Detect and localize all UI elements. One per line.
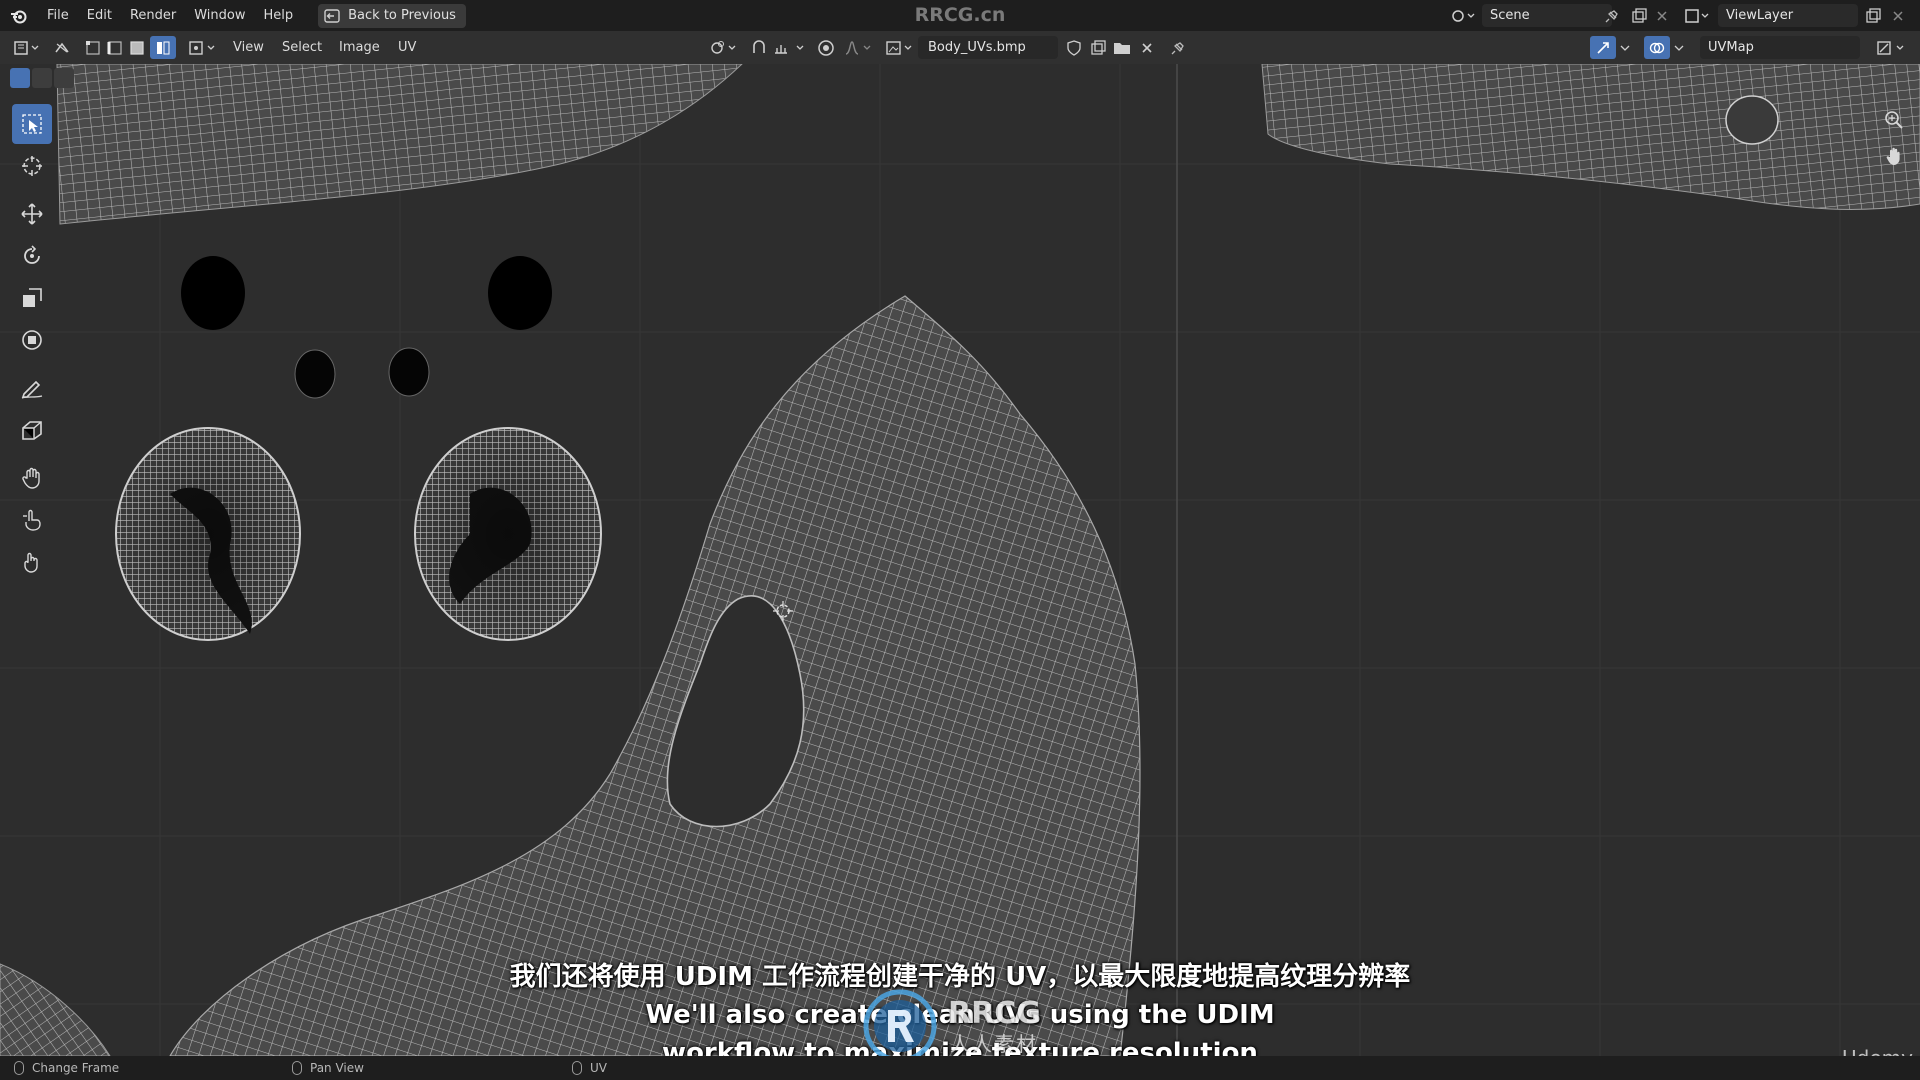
mouse-middle-icon bbox=[292, 1061, 302, 1075]
delete-scene-icon[interactable] bbox=[1650, 5, 1674, 26]
scene-name: Scene bbox=[1490, 8, 1530, 23]
menu-help[interactable]: Help bbox=[255, 0, 303, 31]
menu-edit[interactable]: Edit bbox=[78, 0, 121, 31]
zoom-view-icon[interactable] bbox=[1880, 106, 1908, 134]
menu-file[interactable]: File bbox=[38, 0, 78, 31]
uv-editor-viewport[interactable] bbox=[0, 64, 1920, 1056]
uv-island-eye-right[interactable] bbox=[488, 256, 552, 330]
falloff-icon[interactable] bbox=[842, 36, 876, 59]
uv-editor-header: View Select Image UV Body_UVs.bmp UVMap bbox=[0, 31, 1920, 64]
select-mode-extend-icon[interactable] bbox=[32, 68, 52, 88]
sticky-selection-icon[interactable] bbox=[186, 36, 220, 59]
uv-island-top-right-dot[interactable] bbox=[1725, 95, 1779, 145]
image-name: Body_UVs.bmp bbox=[928, 40, 1026, 55]
scene-field[interactable]: Scene bbox=[1482, 4, 1612, 27]
uv-map-name: UVMap bbox=[1708, 40, 1754, 55]
header-menu-view[interactable]: View bbox=[233, 31, 264, 64]
new-view-layer-icon[interactable] bbox=[1860, 5, 1886, 26]
pin-image-icon[interactable] bbox=[1166, 36, 1190, 59]
snap-target-icon[interactable] bbox=[772, 36, 808, 59]
header-menu-select[interactable]: Select bbox=[282, 31, 322, 64]
mouse-right-icon bbox=[572, 1061, 582, 1075]
rip-region-tool-icon[interactable] bbox=[12, 410, 52, 450]
open-image-folder-icon[interactable] bbox=[1110, 36, 1134, 59]
menu-render[interactable]: Render bbox=[121, 0, 185, 31]
pan-view-hand-icon[interactable] bbox=[1880, 142, 1908, 170]
back-to-previous-button[interactable]: Back to Previous bbox=[318, 3, 466, 28]
face-select-icon[interactable] bbox=[126, 36, 148, 59]
status-pan-view: Pan View bbox=[292, 1056, 364, 1080]
uv-island-radial-left[interactable] bbox=[115, 427, 301, 641]
gizmo-toggle-icon[interactable] bbox=[1590, 36, 1616, 59]
scale-tool-icon[interactable] bbox=[12, 278, 52, 318]
proportional-editing-icon[interactable] bbox=[814, 36, 838, 59]
select-mode-new-icon[interactable] bbox=[10, 68, 30, 88]
overlays-dropdown-icon[interactable] bbox=[1670, 36, 1688, 59]
status-change-frame-label: Change Frame bbox=[32, 1061, 120, 1075]
uv-island-bottom-left[interactable] bbox=[0, 963, 111, 1056]
new-image-icon[interactable] bbox=[1086, 36, 1110, 59]
uv-island-eye-left[interactable] bbox=[181, 256, 245, 330]
rrcg-watermark-logo-icon bbox=[863, 989, 937, 1063]
editor-type-icon[interactable] bbox=[10, 36, 44, 59]
fake-user-shield-icon[interactable] bbox=[1062, 36, 1086, 59]
back-to-previous-label: Back to Previous bbox=[348, 8, 456, 23]
mouse-left-icon bbox=[14, 1061, 24, 1075]
back-icon bbox=[324, 8, 340, 23]
new-scene-icon[interactable] bbox=[1626, 5, 1652, 26]
status-change-frame: Change Frame bbox=[14, 1056, 119, 1080]
uv-canvas[interactable] bbox=[0, 64, 1920, 1056]
overlays-toggle-icon[interactable] bbox=[1644, 36, 1670, 59]
annotate-tool-icon[interactable] bbox=[12, 368, 52, 408]
display-channels-icon[interactable] bbox=[1874, 36, 1910, 59]
view-layer-icon[interactable] bbox=[1682, 5, 1712, 26]
vertex-select-icon[interactable] bbox=[82, 36, 104, 59]
uv-map-selector[interactable]: UVMap bbox=[1700, 36, 1860, 59]
edge-select-icon[interactable] bbox=[104, 36, 126, 59]
sync-selection-icon[interactable] bbox=[50, 36, 74, 59]
uv-island-nostril-right[interactable] bbox=[388, 347, 430, 397]
uv-island-radial-right[interactable] bbox=[414, 427, 602, 641]
image-browse-icon[interactable] bbox=[884, 36, 916, 59]
rotate-tool-icon[interactable] bbox=[12, 236, 52, 276]
select-box-tool-icon[interactable] bbox=[12, 104, 52, 144]
relax-tool-icon[interactable] bbox=[12, 500, 52, 540]
tool-shelf bbox=[10, 104, 54, 584]
pivot-point-icon[interactable] bbox=[708, 36, 740, 59]
transform-tool-icon[interactable] bbox=[12, 320, 52, 360]
header-menu-uv[interactable]: UV bbox=[398, 31, 416, 64]
select-mode-subtract-icon[interactable] bbox=[54, 68, 74, 88]
uv-island-top-right-strip[interactable] bbox=[1261, 64, 1920, 210]
unlink-image-icon[interactable] bbox=[1136, 36, 1158, 59]
view-layer-field[interactable]: ViewLayer bbox=[1718, 4, 1858, 27]
uv-island-nostril-left[interactable] bbox=[294, 349, 336, 399]
status-pan-view-label: Pan View bbox=[310, 1061, 364, 1075]
scene-selector-icon[interactable] bbox=[1448, 5, 1478, 26]
status-uv-label: UV bbox=[590, 1061, 607, 1075]
gizmo-dropdown-icon[interactable] bbox=[1616, 36, 1634, 59]
brand-watermark-sub: 人人素材 bbox=[950, 1032, 1038, 1056]
menu-window[interactable]: Window bbox=[185, 0, 254, 31]
image-name-field[interactable]: Body_UVs.bmp bbox=[918, 36, 1058, 59]
blender-logo-icon[interactable] bbox=[0, 0, 38, 31]
view-layer-name: ViewLayer bbox=[1726, 8, 1794, 23]
cursor-tool-icon[interactable] bbox=[12, 146, 52, 186]
uv-island-main-body[interactable] bbox=[169, 295, 1141, 1056]
pin-icon[interactable] bbox=[1600, 5, 1624, 26]
status-bar: Change Frame Pan View UV bbox=[0, 1056, 1920, 1080]
pinch-tool-icon[interactable] bbox=[12, 542, 52, 582]
brand-watermark: RRCG bbox=[948, 996, 1041, 1031]
status-uv: UV bbox=[572, 1056, 607, 1080]
move-tool-icon[interactable] bbox=[12, 194, 52, 234]
select-mode-group bbox=[10, 68, 74, 88]
header-menu-image[interactable]: Image bbox=[339, 31, 380, 64]
snap-toggle-icon[interactable] bbox=[748, 36, 770, 59]
grab-tool-icon[interactable] bbox=[12, 458, 52, 498]
island-select-icon[interactable] bbox=[150, 36, 176, 59]
delete-view-layer-icon[interactable] bbox=[1886, 5, 1910, 26]
